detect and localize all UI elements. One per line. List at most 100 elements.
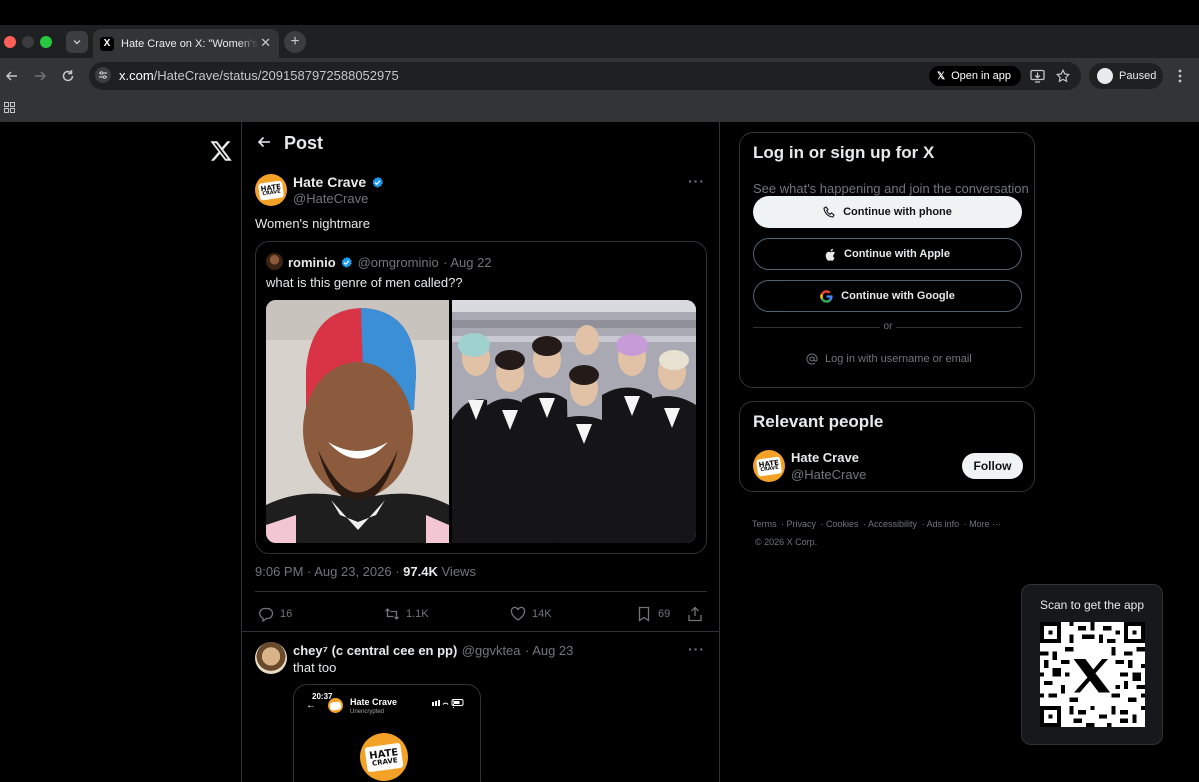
follow-button[interactable]: Follow — [962, 453, 1023, 479]
copyright: © 2026 X Corp. — [755, 537, 818, 547]
bookmark-star-button[interactable] — [1053, 66, 1073, 86]
divider — [242, 631, 719, 632]
back-arrow-icon[interactable] — [257, 135, 271, 154]
like-button[interactable]: 14K — [510, 605, 552, 623]
screen-top-bar — [0, 0, 1199, 25]
footer-cookies[interactable]: Cookies — [826, 519, 859, 529]
repost-icon — [385, 608, 399, 620]
tweet-timestamp[interactable]: 9:06 PM · Aug 23, 2026 · — [255, 564, 400, 579]
footer-privacy[interactable]: Privacy — [787, 519, 817, 529]
reply-image[interactable]: 20:37 ← Hate Crave Unencrypted ⋮ HATE CRA… — [293, 684, 481, 782]
author-avatar[interactable]: HATE CRAVE — [255, 174, 287, 206]
forward-button[interactable] — [30, 66, 50, 86]
quoted-author-handle[interactable]: @omgrominio — [358, 255, 439, 270]
page-title: Post — [284, 133, 324, 153]
bookmark-icon — [638, 606, 650, 622]
views-count: 97.4K — [403, 564, 438, 579]
quoted-author-avatar[interactable] — [266, 253, 283, 270]
bookmark-count: 69 — [658, 608, 671, 620]
continue-with-apple-button[interactable]: Continue with Apple — [753, 238, 1022, 270]
tune-icon — [99, 71, 107, 79]
repost-count: 1.1K — [406, 608, 429, 620]
maximize-window-button[interactable] — [40, 36, 52, 48]
close-window-button[interactable] — [4, 36, 16, 48]
tweet-meta: 9:06 PM · Aug 23, 2026 · 97.4K Views — [255, 564, 476, 579]
person-name[interactable]: Hate Crave — [791, 450, 859, 465]
verified-badge-icon — [372, 176, 383, 188]
quoted-author-name[interactable]: rominio — [288, 255, 336, 270]
quoted-image-portrait[interactable] — [266, 300, 449, 543]
status-icons — [432, 693, 464, 706]
footer-accessibility[interactable]: Accessibility — [868, 519, 917, 529]
share-button[interactable] — [687, 605, 703, 623]
quoted-author-row[interactable]: rominio @omgrominio · Aug 22 — [288, 254, 492, 272]
reply-author-handle[interactable]: @ggvktea — [462, 643, 521, 658]
reply-author-avatar[interactable] — [255, 642, 287, 674]
qr-code-icon[interactable] — [1040, 622, 1145, 727]
url-text[interactable]: x.com/HateCrave/status/20915879725880529… — [119, 68, 399, 83]
footer-ads-info[interactable]: Ads info — [927, 519, 960, 529]
phone-icon — [823, 206, 835, 218]
open-in-app-label: Open in app — [951, 70, 1011, 82]
bookmarks-bar — [0, 94, 1199, 122]
arrow-right-icon — [35, 71, 47, 81]
site-info-button[interactable] — [95, 67, 111, 83]
chevron-down-icon — [73, 40, 81, 45]
reply-button[interactable]: 16 — [258, 605, 292, 623]
embedded-back-icon: ← — [306, 700, 316, 711]
embedded-profile-logo: HATE CRAVE — [360, 733, 408, 781]
reply-text: that too — [293, 660, 337, 675]
apple-icon — [825, 248, 836, 261]
person-avatar[interactable]: HATE CRAVE — [753, 450, 785, 482]
more-options-icon[interactable]: ··· — [688, 173, 705, 189]
footer-terms[interactable]: Terms — [752, 519, 777, 529]
x-home-logo-icon[interactable] — [209, 139, 233, 163]
reply-date[interactable]: · Aug 23 — [525, 643, 573, 658]
embedded-name: Hate Crave — [350, 697, 398, 707]
profile-button[interactable]: Paused — [1089, 63, 1163, 89]
quoted-image-group[interactable] — [452, 300, 696, 543]
verified-badge-icon — [341, 256, 352, 268]
quoted-text: what is this genre of men called?? — [266, 275, 463, 290]
author-name[interactable]: Hate Crave — [293, 174, 366, 190]
tab-close-icon[interactable]: ✕ — [260, 36, 271, 50]
continue-with-phone-button[interactable]: Continue with phone — [753, 196, 1022, 228]
x-page: Post HATE CRAVE Hate Crave @HateCrave ···… — [0, 122, 1199, 782]
qr-app-card: Scan to get the app — [1021, 584, 1163, 745]
quoted-date[interactable]: · Aug 22 — [443, 255, 491, 270]
open-in-app-button[interactable]: 𝕏 Open in app — [929, 66, 1021, 86]
google-icon — [820, 289, 833, 303]
author-name-row[interactable]: Hate Crave — [293, 174, 384, 192]
reply-count: 16 — [280, 608, 293, 620]
author-handle[interactable]: @HateCrave — [293, 191, 368, 206]
install-app-button[interactable] — [1027, 66, 1047, 86]
login-card-subtitle: See what's happening and join the conver… — [753, 181, 1029, 196]
more-vertical-icon — [1178, 69, 1182, 83]
relevant-people-card: Relevant people HATE CRAVE Hate Crave @Ha… — [739, 401, 1035, 492]
continue-with-google-button[interactable]: Continue with Google — [753, 280, 1022, 312]
minimize-window-button[interactable] — [22, 36, 34, 48]
url-host: x.com — [119, 68, 154, 83]
person-handle[interactable]: @HateCrave — [791, 467, 866, 482]
reload-button[interactable] — [58, 66, 78, 86]
browser-menu-button[interactable] — [1170, 66, 1190, 86]
tab-search-button[interactable] — [66, 31, 88, 53]
footer-more[interactable]: More ··· — [969, 519, 1001, 529]
quoted-tweet[interactable]: rominio @omgrominio · Aug 22 what is thi… — [255, 241, 707, 554]
bookmark-button[interactable]: 69 — [636, 605, 670, 623]
x-favicon-icon: X — [100, 36, 114, 51]
more-options-icon[interactable]: ··· — [688, 641, 705, 657]
apps-grid-icon[interactable] — [4, 102, 15, 113]
new-tab-button[interactable]: + — [284, 31, 306, 53]
reply-author-name[interactable]: chey⁷ (c central cee en pp) — [293, 643, 457, 658]
reply-author-row[interactable]: chey⁷ (c central cee en pp) @ggvktea · A… — [293, 642, 573, 660]
browser-tab-active[interactable]: X Hate Crave on X: "Women's n ✕ — [93, 29, 279, 58]
embedded-status: Unencrypted — [350, 709, 385, 715]
like-count: 14K — [532, 608, 552, 620]
back-button[interactable] — [2, 66, 22, 86]
login-username-link[interactable]: Log in with username or email — [806, 353, 972, 365]
apple-label: Continue with Apple — [844, 248, 950, 260]
repost-button[interactable]: 1.1K — [384, 605, 429, 623]
qr-label: Scan to get the app — [1039, 598, 1145, 612]
reload-icon — [62, 70, 74, 82]
